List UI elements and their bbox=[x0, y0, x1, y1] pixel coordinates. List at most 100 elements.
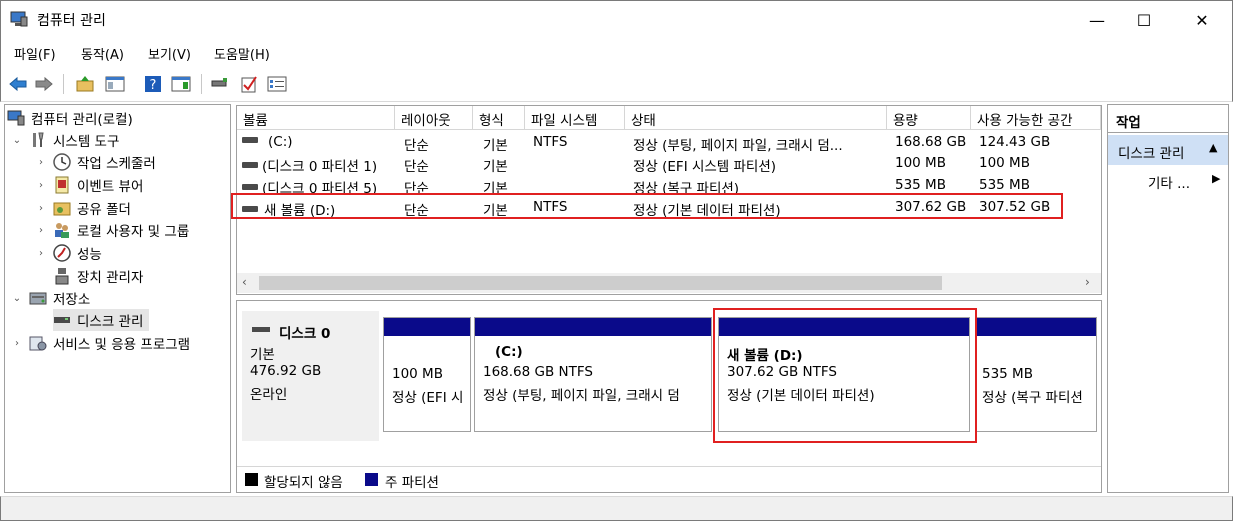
tree-item-shared-folders[interactable]: › 공유 폴더 bbox=[35, 197, 131, 219]
up-folder-icon[interactable] bbox=[73, 72, 97, 96]
tree-item-system-tools[interactable]: ⌄ 시스템 도구 bbox=[11, 129, 119, 151]
tree-label: 디스크 관리 bbox=[77, 314, 144, 330]
menu-view[interactable]: 보기(V) bbox=[148, 44, 191, 63]
tree-label: 공유 폴더 bbox=[77, 202, 131, 218]
disk-graphical-view: 디스크 0 기본 476.92 GB 온라인 100 MB 정상 (EFI 시 … bbox=[236, 300, 1102, 493]
scroll-right-icon[interactable]: › bbox=[1085, 275, 1090, 289]
tree-label: 성능 bbox=[77, 247, 102, 263]
collapse-icon[interactable]: ▲ bbox=[1209, 141, 1217, 154]
tree-item-performance[interactable]: › 성능 bbox=[35, 242, 102, 264]
tree-label: 저장소 bbox=[53, 292, 91, 308]
close-icon: ✕ bbox=[1195, 10, 1209, 30]
column-header-layout[interactable]: 레이아웃 bbox=[395, 106, 473, 130]
chevron-right-icon[interactable]: › bbox=[35, 203, 47, 214]
disk-management-icon bbox=[53, 311, 71, 329]
drive-icon bbox=[242, 162, 258, 168]
disk-icon bbox=[252, 323, 270, 338]
chevron-right-icon[interactable]: › bbox=[35, 248, 47, 259]
drive-icon bbox=[242, 184, 258, 190]
disk-info[interactable]: 디스크 0 기본 476.92 GB 온라인 bbox=[242, 311, 379, 441]
chevron-right-icon[interactable]: › bbox=[35, 225, 47, 236]
table-row[interactable]: (C:) 단순 기본 NTFS 정상 (부팅, 페이지 파일, 크래시 덤...… bbox=[237, 132, 1101, 154]
connect-icon[interactable] bbox=[207, 72, 231, 96]
partition-size: 307.62 GB NTFS bbox=[727, 364, 837, 380]
minimize-icon: — bbox=[1089, 10, 1105, 30]
table-row[interactable]: (디스크 0 파티션 5) 단순 기본 정상 (복구 파티션) 535 MB 5… bbox=[237, 175, 1101, 197]
horizontal-scrollbar[interactable]: ‹ › bbox=[237, 273, 1101, 293]
chevron-down-icon[interactable]: ⌄ bbox=[11, 293, 23, 304]
event-viewer-icon bbox=[53, 176, 71, 194]
partition-efi[interactable]: 100 MB 정상 (EFI 시 bbox=[383, 317, 471, 432]
computer-management-icon bbox=[7, 109, 25, 127]
partition-d[interactable]: 새 볼륨 (D:) 307.62 GB NTFS 정상 (기본 데이터 파티션) bbox=[718, 317, 970, 432]
partition-status: 정상 (EFI 시 bbox=[392, 390, 464, 406]
tree-item-task-scheduler[interactable]: › 작업 스케줄러 bbox=[35, 151, 156, 173]
column-header-status[interactable]: 상태 bbox=[625, 106, 887, 130]
menu-help[interactable]: 도움말(H) bbox=[214, 44, 270, 63]
title-bar: 컴퓨터 관리 — ☐ ✕ bbox=[0, 0, 1233, 38]
disk-size: 476.92 GB bbox=[250, 363, 322, 379]
chevron-right-icon[interactable]: › bbox=[35, 157, 47, 168]
column-header-type[interactable]: 형식 bbox=[473, 106, 525, 130]
actions-section-disk-management[interactable]: 디스크 관리 ▲ bbox=[1108, 135, 1228, 165]
toolbar: ? bbox=[0, 66, 1233, 102]
chevron-right-icon[interactable]: › bbox=[35, 180, 47, 191]
storage-icon bbox=[29, 289, 47, 307]
check-icon[interactable] bbox=[237, 72, 261, 96]
column-header-capacity[interactable]: 용량 bbox=[887, 106, 971, 130]
actions-header: 작업 bbox=[1108, 105, 1228, 133]
computer-management-icon bbox=[10, 11, 28, 27]
partition-c[interactable]: (C:) 168.68 GB NTFS 정상 (부팅, 페이지 파일, 크래시 … bbox=[474, 317, 712, 432]
close-button[interactable]: ✕ bbox=[1179, 1, 1225, 39]
show-action-pane-icon[interactable] bbox=[169, 72, 193, 96]
navigation-tree: 컴퓨터 관리(로컬) ⌄ 시스템 도구 › 작업 스케줄러 › 이벤트 뷰어 ›… bbox=[4, 104, 231, 493]
partition-status: 정상 (기본 데이터 파티션) bbox=[727, 388, 875, 404]
tree-item-device-manager[interactable]: 장치 관리자 bbox=[53, 265, 143, 287]
back-arrow-icon[interactable] bbox=[6, 72, 30, 96]
properties-icon[interactable] bbox=[265, 72, 289, 96]
partition-size: 535 MB bbox=[982, 366, 1033, 382]
column-header-free-space[interactable]: 사용 가능한 공간 bbox=[971, 106, 1101, 130]
menu-action[interactable]: 동작(A) bbox=[81, 44, 124, 63]
chevron-down-icon[interactable]: ⌄ bbox=[11, 135, 23, 146]
unallocated-swatch bbox=[245, 473, 258, 486]
tree-label: 컴퓨터 관리(로컬) bbox=[31, 112, 133, 128]
help-icon[interactable]: ? bbox=[141, 72, 165, 96]
tree-item-disk-management[interactable]: 디스크 관리 bbox=[53, 309, 150, 331]
scroll-left-icon[interactable]: ‹ bbox=[242, 275, 247, 289]
disk-type: 기본 bbox=[250, 347, 275, 363]
table-row[interactable]: (디스크 0 파티션 1) 단순 기본 정상 (EFI 시스템 파티션) 100… bbox=[237, 153, 1101, 175]
tree-label: 이벤트 뷰어 bbox=[77, 179, 144, 195]
column-header-volume[interactable]: 볼륨 bbox=[237, 106, 395, 130]
actions-more-label: 기타 ... bbox=[1148, 176, 1191, 192]
minimize-button[interactable]: — bbox=[1074, 1, 1120, 39]
column-header-filesystem[interactable]: 파일 시스템 bbox=[525, 106, 625, 130]
actions-more[interactable]: 기타 ... ▶ bbox=[1108, 168, 1228, 192]
chevron-right-icon[interactable]: › bbox=[11, 338, 23, 349]
tree-label: 장치 관리자 bbox=[77, 270, 144, 286]
tools-icon bbox=[29, 131, 47, 149]
table-row[interactable]: 새 볼륨 (D:) 단순 기본 NTFS 정상 (기본 데이터 파티션) 307… bbox=[237, 197, 1101, 219]
menu-file[interactable]: 파일(F) bbox=[14, 44, 56, 63]
tree-item-storage[interactable]: ⌄ 저장소 bbox=[11, 287, 90, 309]
tree-label: 시스템 도구 bbox=[53, 134, 120, 150]
tree-item-services[interactable]: › 서비스 및 응용 프로그램 bbox=[11, 332, 190, 354]
forward-arrow-icon[interactable] bbox=[32, 72, 56, 96]
shared-folder-icon bbox=[53, 199, 71, 217]
status-bar bbox=[0, 496, 1233, 521]
drive-icon bbox=[242, 137, 258, 143]
actions-pane: 작업 디스크 관리 ▲ 기타 ... ▶ bbox=[1107, 104, 1229, 493]
device-manager-icon bbox=[53, 267, 71, 285]
legend: 할당되지 않음 주 파티션 bbox=[237, 466, 1101, 492]
tree-item-root[interactable]: 컴퓨터 관리(로컬) bbox=[7, 107, 133, 129]
actions-section-label: 디스크 관리 bbox=[1118, 146, 1185, 162]
tree-item-local-users[interactable]: › 로컬 사용자 및 그룹 bbox=[35, 219, 189, 241]
tree-item-event-viewer[interactable]: › 이벤트 뷰어 bbox=[35, 174, 143, 196]
maximize-button[interactable]: ☐ bbox=[1121, 1, 1167, 39]
show-tree-icon[interactable] bbox=[103, 72, 127, 96]
scroll-thumb[interactable] bbox=[259, 276, 942, 290]
partition-recovery[interactable]: 535 MB 정상 (복구 파티션 bbox=[975, 317, 1097, 432]
users-icon bbox=[53, 221, 71, 239]
legend-primary: 주 파티션 bbox=[385, 475, 439, 491]
services-icon bbox=[29, 334, 47, 352]
